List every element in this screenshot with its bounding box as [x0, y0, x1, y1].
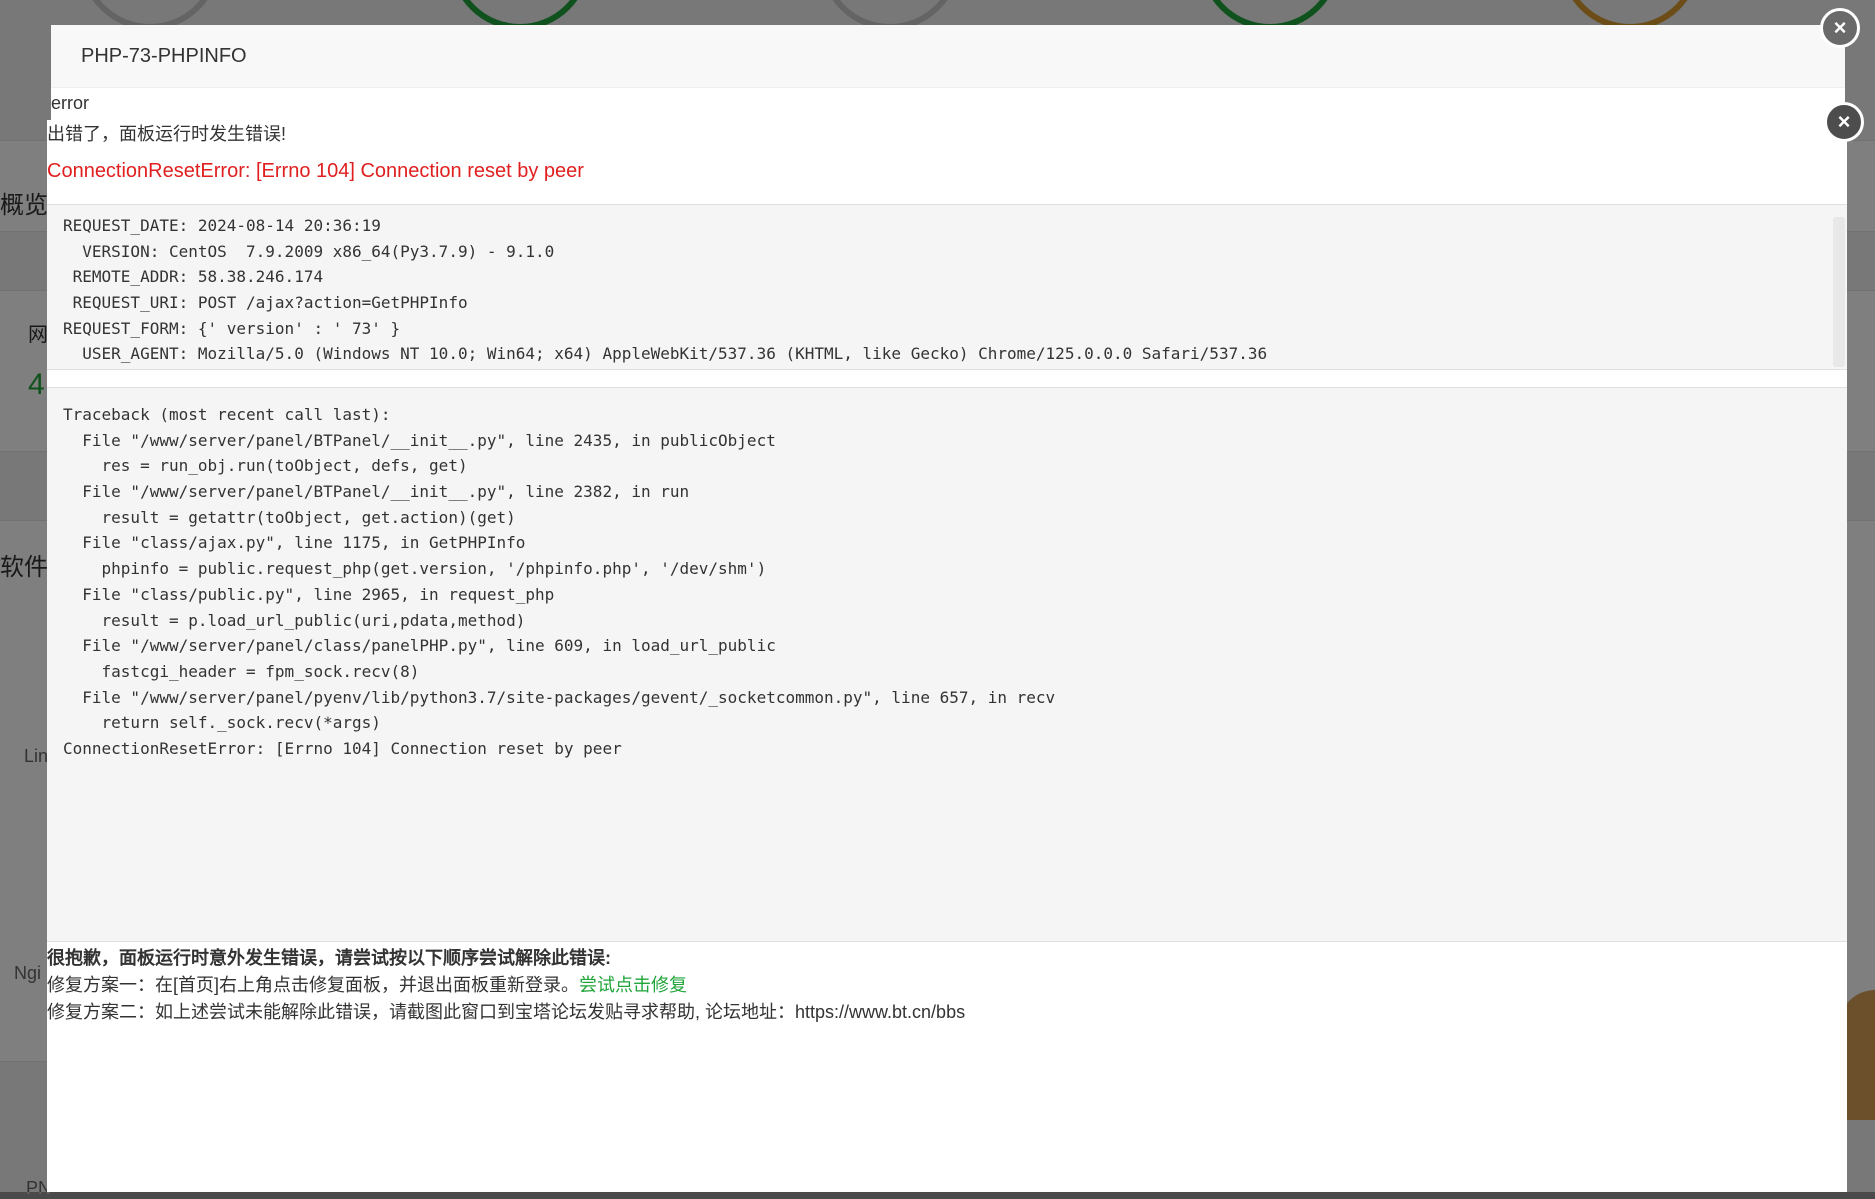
info-line: USER_AGENT: Mozilla/5.0 (Windows NT 10.0…	[63, 344, 1268, 364]
fix-option-1: 修复方案一：在[首页]右上角点击修复面板，并退出面板重新登录。尝试点击修复	[47, 972, 965, 999]
traceback-line: File "/www/server/panel/class/panelPHP.p…	[63, 636, 776, 656]
traceback-line: result = getattr(toObject, get.action)(g…	[63, 507, 516, 527]
phpinfo-close-button[interactable]: ×	[1820, 8, 1860, 48]
traceback-line: phpinfo = public.request_php(get.version…	[63, 559, 767, 579]
error-dialog: 出错了，面板运行时发生错误! ConnectionResetError: [Er…	[47, 120, 1847, 1192]
request-info-box[interactable]: REQUEST_DATE: 2024-08-14 20:36:19 VERSIO…	[47, 204, 1847, 370]
info-line: VERSION: CentOS 7.9.2009 x86_64(Py3.7.9)…	[63, 241, 555, 261]
traceback-line: Traceback (most recent call last):	[63, 405, 391, 424]
error-message: ConnectionResetError: [Errno 104] Connec…	[47, 160, 584, 182]
traceback-line: result = p.load_url_public(uri,pdata,met…	[63, 610, 526, 630]
info-line: REQUEST_FORM: {' version' : ' 73' }	[63, 318, 401, 338]
traceback-line: File "class/ajax.py", line 1175, in GetP…	[63, 533, 526, 553]
help-title: 很抱歉，面板运行时意外发生错误，请尝试按以下顺序尝试解除此错误:	[47, 948, 611, 968]
traceback-line: fastcgi_header = fpm_sock.recv(8)	[63, 661, 420, 681]
traceback-line: File "/www/server/panel/BTPanel/__init__…	[63, 482, 690, 502]
traceback-line: res = run_obj.run(toObject, defs, get)	[63, 456, 468, 476]
fix-option-2: 修复方案二：如上述尝试未能解除此错误，请截图此窗口到宝塔论坛发贴寻求帮助, 论坛…	[47, 1002, 966, 1022]
traceback-line: File "/www/server/panel/BTPanel/__init__…	[63, 430, 776, 450]
traceback-box[interactable]: Traceback (most recent call last): File …	[47, 387, 1847, 942]
help-section: 很抱歉，面板运行时意外发生错误，请尝试按以下顺序尝试解除此错误: 修复方案一：在…	[47, 945, 965, 1026]
info-scrollbar[interactable]	[1833, 217, 1845, 367]
error-header: 出错了，面板运行时发生错误!	[47, 124, 286, 144]
error-close-button[interactable]: ×	[1824, 102, 1864, 142]
traceback-line: ConnectionResetError: [Errno 104] Connec…	[63, 738, 622, 758]
info-line: REQUEST_DATE: 2024-08-14 20:36:19	[63, 216, 381, 235]
fix-option-1-text: 修复方案一：在[首页]右上角点击修复面板，并退出面板重新登录。	[47, 975, 579, 995]
traceback-line: File "/www/server/panel/pyenv/lib/python…	[63, 687, 1056, 707]
traceback-line: return self._sock.recv(*args)	[63, 713, 381, 733]
repair-link[interactable]: 尝试点击修复	[579, 975, 687, 995]
info-line: REMOTE_ADDR: 58.38.246.174	[63, 267, 324, 287]
error-label: error	[51, 93, 90, 113]
error-label-strip: error	[51, 88, 1845, 120]
close-icon: ×	[1833, 15, 1847, 40]
close-icon: ×	[1837, 109, 1851, 134]
info-line: REQUEST_URI: POST /ajax?action=GetPHPInf…	[63, 293, 468, 313]
traceback-line: File "class/public.py", line 2965, in re…	[63, 584, 555, 604]
dialog-title: PHP-73-PHPINFO	[51, 25, 1845, 88]
